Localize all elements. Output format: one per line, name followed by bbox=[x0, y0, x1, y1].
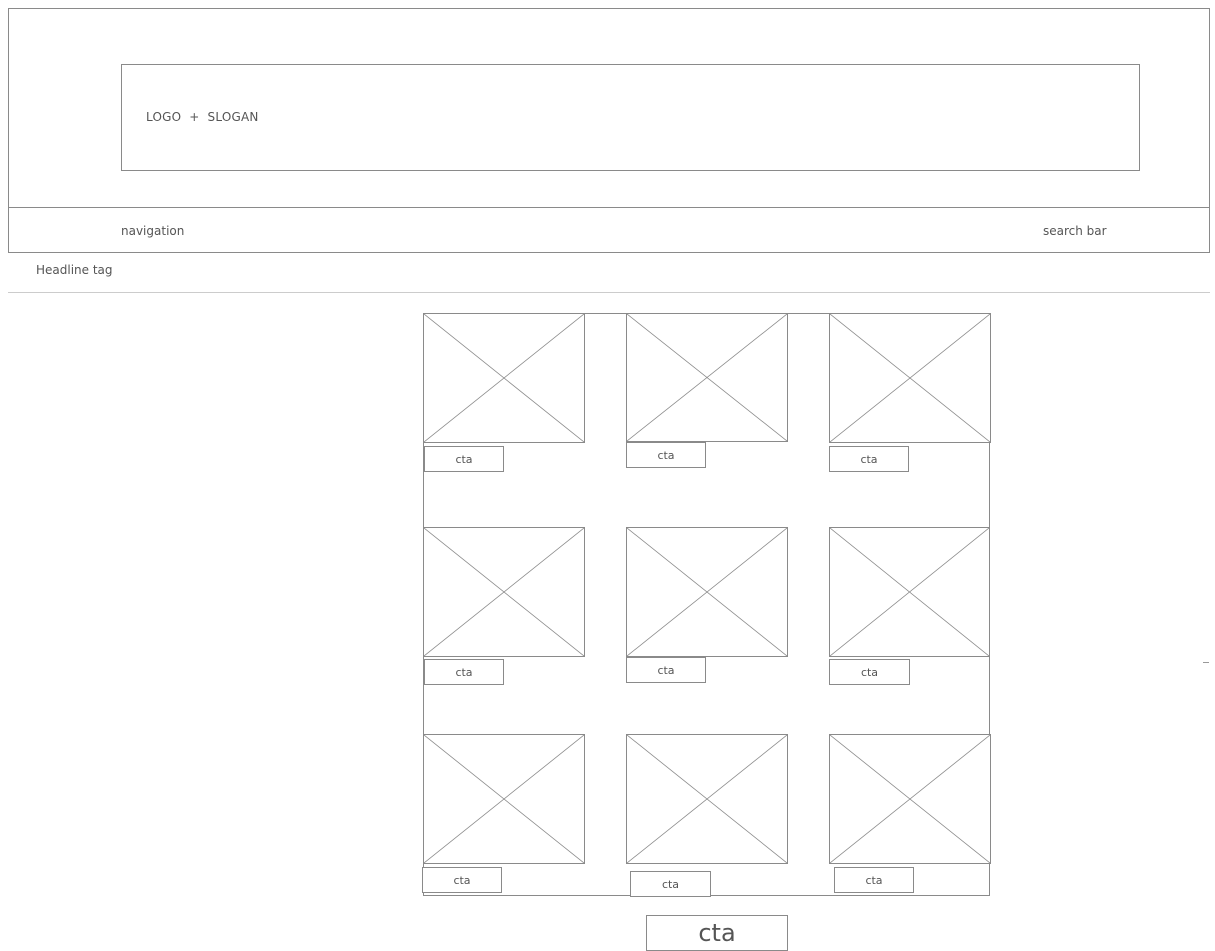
image-placeholder[interactable] bbox=[423, 527, 585, 657]
cta-button[interactable]: cta bbox=[626, 657, 706, 683]
cta-button[interactable]: cta bbox=[422, 867, 502, 893]
cta-button[interactable]: cta bbox=[626, 442, 706, 468]
cta-button[interactable]: cta bbox=[424, 659, 504, 685]
navigation-bar bbox=[8, 207, 1210, 253]
cta-button[interactable]: cta bbox=[424, 446, 504, 472]
image-placeholder[interactable] bbox=[829, 527, 990, 657]
divider bbox=[8, 292, 1210, 293]
headline-tag: Headline tag bbox=[36, 263, 113, 277]
image-placeholder[interactable] bbox=[626, 313, 788, 442]
image-placeholder[interactable] bbox=[829, 734, 991, 864]
cta-button[interactable]: cta bbox=[829, 659, 910, 685]
cta-button[interactable]: cta bbox=[630, 871, 711, 897]
navigation-link[interactable]: navigation bbox=[121, 224, 184, 238]
image-placeholder[interactable] bbox=[423, 313, 585, 443]
logo-slogan-text: LOGO + SLOGAN bbox=[146, 110, 259, 124]
logo-slogan-box[interactable] bbox=[121, 64, 1140, 171]
cta-button[interactable]: cta bbox=[834, 867, 914, 893]
search-bar[interactable]: search bar bbox=[1043, 224, 1107, 238]
image-placeholder[interactable] bbox=[829, 313, 991, 443]
image-placeholder[interactable] bbox=[626, 527, 788, 657]
image-placeholder[interactable] bbox=[626, 734, 788, 864]
edge-mark bbox=[1203, 662, 1209, 663]
image-placeholder[interactable] bbox=[423, 734, 585, 864]
cta-button[interactable]: cta bbox=[829, 446, 909, 472]
